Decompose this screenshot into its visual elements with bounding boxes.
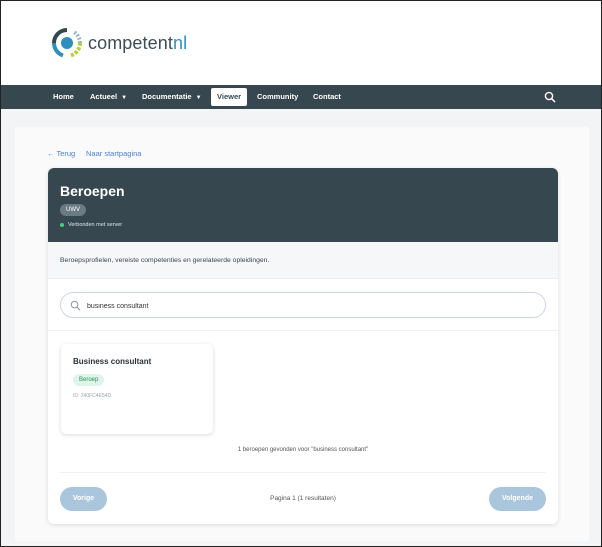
browser-viewport: competentnl Home Actueel ▼ Documentatie ▼ …	[0, 0, 602, 547]
search-icon[interactable]	[544, 91, 556, 103]
panel-description: Beroepsprofielen, vereiste competenties …	[60, 257, 270, 264]
logo-text: competentnl	[88, 32, 188, 53]
description-band: Beroepsprofielen, vereiste competenties …	[48, 242, 558, 279]
search-input[interactable]	[87, 298, 527, 314]
logo-mark-icon	[51, 28, 83, 58]
chevron-down-icon: ▼	[195, 95, 202, 101]
divider	[60, 472, 546, 473]
result-card[interactable]: Business consultant Beroep ID: 240FC4E54…	[61, 344, 213, 434]
nav-home[interactable]: Home	[53, 89, 74, 105]
result-id: ID: 240FC4E54D	[73, 393, 112, 399]
page-info: Pagina 1 (1 resultaten)	[270, 495, 336, 502]
nav-documentatie[interactable]: Documentatie ▼	[142, 89, 202, 105]
result-title: Business consultant	[73, 357, 152, 366]
panel-header: Beroepen UWV Verbonden met server	[48, 168, 558, 242]
results-count: 1 beroepen gevonden voor "business consu…	[237, 447, 369, 453]
nav-actueel[interactable]: Actueel ▼	[90, 89, 127, 105]
source-badge: UWV	[60, 204, 86, 216]
occupations-panel: Beroepen UWV Verbonden met server Beroep…	[48, 168, 558, 524]
back-link[interactable]: ← Terug	[47, 149, 75, 158]
connection-status-label: Verbonden met server	[68, 222, 123, 228]
search-field[interactable]	[60, 292, 546, 318]
search-icon	[70, 300, 81, 311]
status-dot-icon	[60, 223, 64, 227]
logo[interactable]: competentnl	[51, 27, 187, 59]
panel-title: Beroepen	[60, 183, 125, 199]
divider	[48, 330, 558, 331]
connection-status: Verbonden met server	[60, 222, 122, 228]
nav-viewer[interactable]: Viewer	[211, 88, 248, 106]
chevron-down-icon: ▼	[121, 95, 128, 101]
site-header: competentnl	[1, 1, 601, 85]
nav-contact[interactable]: Contact	[313, 89, 341, 105]
home-link[interactable]: Naar startpagina	[86, 149, 141, 158]
result-type-badge: Beroep	[73, 374, 105, 386]
main-nav: Home Actueel ▼ Documentatie ▼ Viewer Commu…	[1, 85, 601, 109]
next-page-button[interactable]: Volgende	[489, 487, 546, 511]
nav-community[interactable]: Community	[257, 89, 298, 105]
